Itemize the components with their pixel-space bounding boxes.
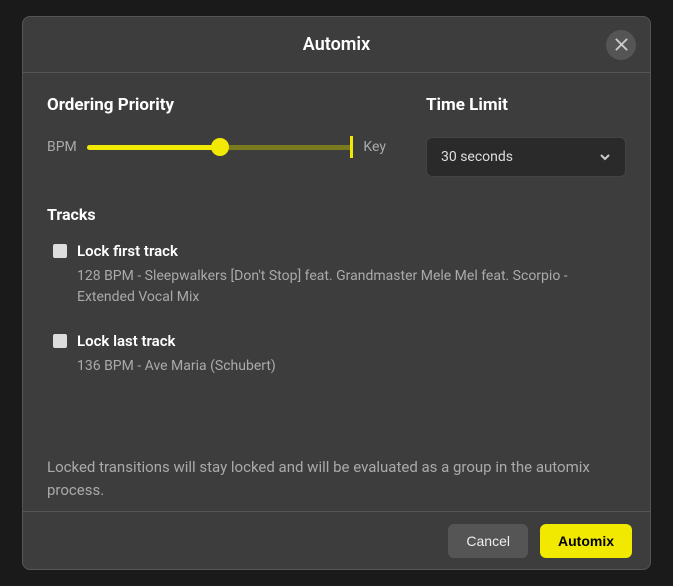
lock-last-track-head: Lock last track: [53, 332, 626, 350]
chevron-down-icon: [599, 151, 611, 163]
ordering-slider-row: BPM Key: [47, 137, 386, 157]
slider-label-bpm: BPM: [47, 139, 77, 155]
modal-header: Automix: [23, 17, 650, 73]
ordering-slider[interactable]: [87, 137, 354, 157]
lock-first-track-checkbox[interactable]: [53, 244, 67, 258]
modal-title: Automix: [303, 34, 370, 55]
time-limit-title: Time Limit: [426, 95, 626, 115]
close-icon: [614, 37, 629, 52]
slider-thumb[interactable]: [211, 138, 229, 156]
slider-end-marker: [350, 136, 353, 158]
lock-first-track-head: Lock first track: [53, 242, 626, 260]
modal-footer: Cancel Automix: [23, 511, 650, 569]
ordering-title: Ordering Priority: [47, 95, 386, 115]
automix-modal: Automix Ordering Priority BPM Key: [22, 16, 651, 570]
time-limit-value: 30 seconds: [441, 149, 513, 165]
slider-label-key: Key: [363, 139, 386, 155]
time-limit-section: Time Limit 30 seconds: [426, 95, 626, 177]
locked-transitions-hint: Locked transitions will stay locked and …: [47, 456, 626, 501]
tracks-title: Tracks: [47, 205, 626, 224]
close-button[interactable]: [606, 30, 636, 60]
lock-last-track-label: Lock last track: [77, 332, 175, 350]
tracks-section: Tracks Lock first track 128 BPM - Sleepw…: [47, 205, 626, 401]
lock-first-track-label: Lock first track: [77, 242, 178, 260]
lock-first-track-item: Lock first track 128 BPM - Sleepwalkers …: [47, 242, 626, 308]
last-track-detail: 136 BPM - Ave Maria (Schubert): [77, 356, 626, 377]
top-row: Ordering Priority BPM Key Time Limit: [47, 95, 626, 177]
modal-body: Ordering Priority BPM Key Time Limit: [23, 73, 650, 511]
slider-fill: [87, 145, 220, 150]
ordering-priority-section: Ordering Priority BPM Key: [47, 95, 386, 177]
automix-button[interactable]: Automix: [540, 524, 632, 558]
time-limit-select[interactable]: 30 seconds: [426, 137, 626, 177]
cancel-button[interactable]: Cancel: [448, 524, 528, 558]
first-track-detail: 128 BPM - Sleepwalkers [Don't Stop] feat…: [77, 266, 626, 308]
lock-last-track-item: Lock last track 136 BPM - Ave Maria (Sch…: [47, 332, 626, 377]
lock-last-track-checkbox[interactable]: [53, 334, 67, 348]
